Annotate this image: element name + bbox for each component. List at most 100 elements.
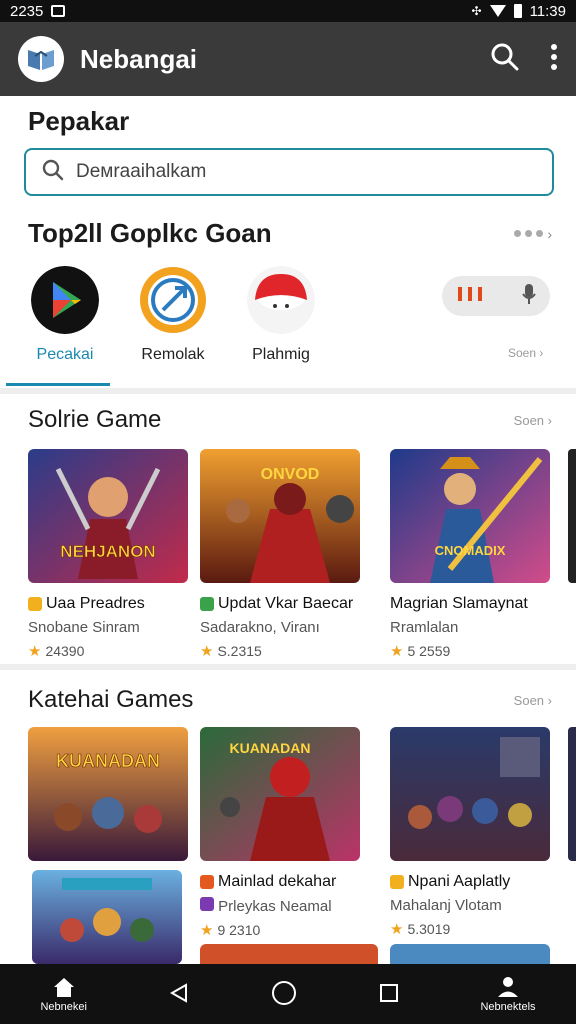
game-thumbnail[interactable] [390, 944, 550, 964]
game-mini-icon [200, 875, 214, 889]
game-thumbnail: NEHJANON [28, 449, 188, 583]
play-store-icon [31, 266, 99, 334]
star-icon: ★ [28, 643, 42, 660]
game-name: Npani Aaplatly [408, 873, 511, 890]
game-name: Magrian Slamaynat [390, 595, 528, 612]
game-card[interactable]: NEHJANON Uaa Preadres Snobane Sinram ★ 24… [28, 449, 190, 660]
star-icon: ★ [390, 643, 404, 660]
hat-icon [247, 266, 315, 334]
battery-icon [513, 4, 522, 18]
compass-icon [139, 266, 207, 334]
nav-profile-label: Nebnektels [480, 1000, 536, 1013]
circle-home-icon [271, 980, 297, 1009]
game-thumbnail[interactable] [32, 870, 182, 964]
star-icon: ★ [390, 921, 404, 938]
game-thumbnail: ONVOD [200, 449, 360, 583]
nav-home[interactable]: Nebnekei [40, 976, 87, 1013]
star-icon: ★ [200, 922, 214, 939]
game-rating: ★ S.2315 [200, 643, 262, 660]
game-card[interactable]: CNOMADIX Magrian Slamaynat Rramlalan ★ 5 … [390, 449, 552, 660]
category-item-remolak[interactable]: Remolak [118, 266, 228, 364]
signal-icon [489, 5, 506, 17]
category-row: Pecakai Remolak Plahmig Soen › [0, 262, 576, 388]
nav-home-button[interactable] [271, 980, 297, 1009]
voice-toggle[interactable] [442, 276, 550, 316]
game-card[interactable]: Npani Aaplatly Mahalanj Vlotam ★ 5.3019 [390, 727, 552, 938]
search-input[interactable] [76, 161, 516, 183]
category-see-all[interactable]: Soen › [508, 346, 543, 360]
game-mini-icon [200, 597, 214, 611]
svg-text:CNOMADIX: CNOMADIX [435, 543, 506, 558]
game-rating: ★ 24390 [28, 643, 85, 660]
svg-text:KUANADAN: KUANADAN [56, 751, 160, 771]
star-icon: ★ [200, 643, 214, 660]
search-icon [42, 159, 64, 186]
chevron-right-icon: › [547, 225, 552, 242]
equalizer-icon [456, 286, 484, 307]
image-notification-icon [51, 5, 66, 17]
status-bar: 2235 ✣ 11:39 [0, 0, 576, 22]
category-label: Remolak [141, 346, 205, 363]
game-name: Mainlad dekahar [218, 873, 337, 890]
game-rating: ★ 5 2559 [390, 643, 451, 660]
bottom-navigation: Nebnekei Nebnektels [0, 964, 576, 1024]
game-card[interactable]: ONVOD Updat Vkar Baecar Sadarakno, Viran… [200, 449, 362, 660]
wifi-icon: ✣ [471, 4, 482, 18]
svg-text:NEHJANON: NEHJANON [60, 542, 155, 561]
svg-text:KUANADAN: KUANADAN [230, 740, 311, 756]
game-developer: Snobane Sinram [28, 619, 140, 636]
game-thumbnail[interactable] [200, 944, 378, 964]
status-time-right: 11:39 [529, 2, 566, 20]
game-mini-icon [200, 897, 214, 911]
page-title: Pepakar [28, 106, 130, 136]
more-vert-icon[interactable] [550, 43, 558, 76]
game-name: Uaa Preadres [46, 595, 145, 612]
game-card[interactable]: KUANADAN Mainlad dekahar Prleykas Neamal… [200, 727, 362, 939]
game-developer: Rramlalan [390, 619, 459, 636]
game-mini-icon [390, 875, 404, 889]
search-field[interactable] [24, 148, 554, 196]
active-tab-indicator [6, 383, 110, 386]
section2-title: Katehai Games [28, 686, 194, 713]
home-icon [52, 976, 76, 1001]
section2-header: Katehai Games Soen › [28, 686, 552, 714]
game-thumbnail: CNOMADIX [390, 449, 550, 583]
section-divider [0, 388, 576, 394]
game-developer: Prleykas Neamal [218, 898, 332, 915]
game-rating: ★ 5.3019 [390, 921, 451, 938]
game-thumbnail: KUANADAN [200, 727, 360, 861]
back-icon [168, 982, 190, 1007]
game-thumbnail[interactable]: KUANADAN [28, 727, 188, 861]
categories-header: Top2ll Goplkc Goan › [28, 218, 552, 249]
game-thumbnail [390, 727, 550, 861]
section1-see-all[interactable]: Soen › [514, 413, 552, 428]
section-divider [0, 664, 576, 670]
game-name: Updat Vkar Baecar [218, 595, 354, 612]
categories-more-button[interactable]: › [514, 226, 552, 242]
game-mini-icon [28, 597, 42, 611]
search-icon[interactable] [490, 42, 520, 77]
categories-title: Top2ll Goplkc Goan [28, 218, 272, 248]
section1-title: Solrie Game [28, 406, 162, 433]
recents-icon [378, 982, 400, 1007]
app-title: Nebangai [80, 43, 198, 74]
book-icon[interactable] [18, 36, 64, 82]
mic-icon [522, 283, 536, 310]
nav-profile[interactable]: Nebnektels [480, 976, 536, 1013]
person-icon [496, 976, 520, 1001]
category-label: Pecakai [36, 346, 94, 363]
game-card-peek [568, 449, 576, 583]
svg-text:ONVOD: ONVOD [261, 466, 320, 483]
game-developer: Mahalanj Vlotam [390, 897, 502, 914]
nav-back[interactable] [168, 982, 190, 1007]
section1-header: Solrie Game Soen › [28, 406, 552, 434]
category-item-pecakai[interactable]: Pecakai [10, 266, 120, 364]
category-label: Plahmig [252, 346, 310, 363]
app-bar: Nebangai [0, 22, 576, 96]
category-item-plahmig[interactable]: Plahmig [226, 266, 336, 364]
game-card-peek [568, 727, 576, 861]
nav-recents[interactable] [378, 982, 400, 1007]
section2-see-all[interactable]: Soen › [514, 693, 552, 708]
status-time-left: 2235 [10, 2, 44, 20]
game-developer: Sadarakno, Viranı [200, 619, 320, 636]
